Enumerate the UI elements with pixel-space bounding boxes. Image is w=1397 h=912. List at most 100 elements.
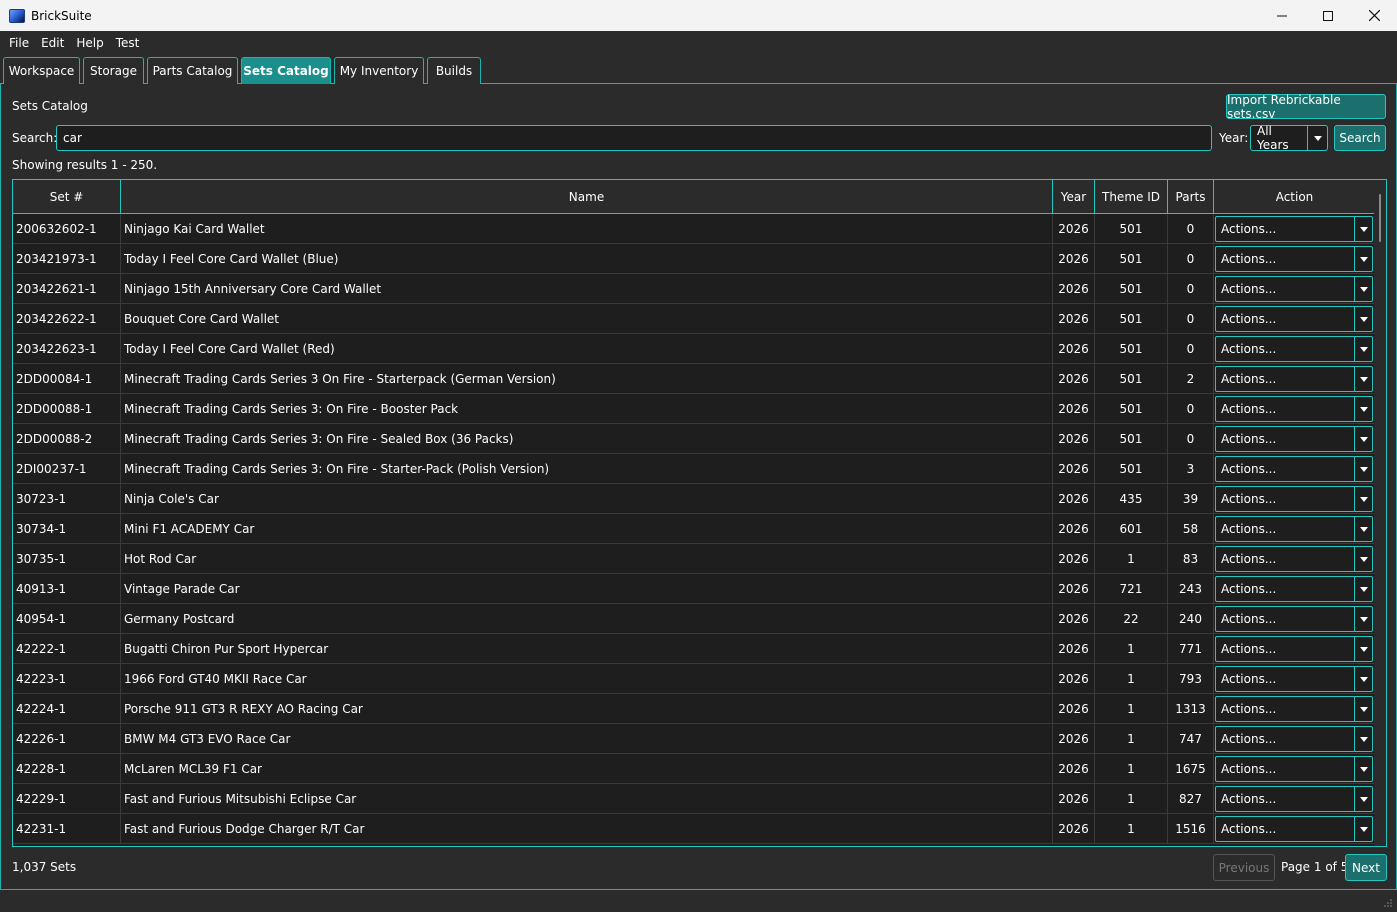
actions-dropdown-label: Actions...	[1221, 612, 1277, 626]
maximize-icon	[1323, 10, 1333, 21]
tab-my-inventory[interactable]: My Inventory	[334, 57, 424, 84]
minimize-button[interactable]	[1259, 0, 1305, 31]
cell-parts: 58	[1168, 514, 1214, 544]
table-row[interactable]: 42223-1 1966 Ford GT40 MKII Race Car 2026 1…	[13, 664, 1375, 694]
cell-set-number: 2DD00084-1	[13, 364, 121, 394]
year-select[interactable]: All Years	[1250, 124, 1328, 152]
cell-parts: 0	[1168, 244, 1214, 274]
table-row[interactable]: 30734-1 Mini F1 ACADEMY Car 2026 601 58 Actio…	[13, 514, 1375, 544]
table-row[interactable]: 42231-1 Fast and Furious Dodge Charger R/…	[13, 814, 1375, 844]
menu-help[interactable]: Help	[70, 31, 109, 55]
table-row[interactable]: 40913-1 Vintage Parade Car 2026 721 243 Actio…	[13, 574, 1375, 604]
chevron-down-icon	[1354, 787, 1372, 811]
table-row[interactable]: 203422622-1 Bouquet Core Card Wallet 2026 5…	[13, 304, 1375, 334]
cell-name: Minecraft Trading Cards Series 3: On Fir…	[121, 454, 1053, 484]
table-row[interactable]: 42224-1 Porsche 911 GT3 R REXY AO Racing …	[13, 694, 1375, 724]
actions-dropdown-label: Actions...	[1221, 672, 1277, 686]
search-input[interactable]	[56, 125, 1212, 151]
actions-dropdown[interactable]: Actions...	[1215, 606, 1373, 632]
column-header-set[interactable]: Set #	[13, 180, 121, 214]
actions-dropdown[interactable]: Actions...	[1215, 516, 1373, 542]
cell-year: 2026	[1053, 784, 1095, 814]
column-header-name[interactable]: Name	[121, 180, 1053, 214]
actions-dropdown[interactable]: Actions...	[1215, 756, 1373, 782]
table-row[interactable]: 2DD00088-2 Minecraft Trading Cards Series…	[13, 424, 1375, 454]
actions-dropdown[interactable]: Actions...	[1215, 276, 1373, 302]
table-row[interactable]: 42222-1 Bugatti Chiron Pur Sport Hypercar…	[13, 634, 1375, 664]
resize-grip-icon[interactable]	[1383, 898, 1393, 908]
previous-page-button[interactable]: Previous	[1213, 854, 1275, 881]
table-row[interactable]: 203421973-1 Today I Feel Core Card Wallet…	[13, 244, 1375, 274]
table-row[interactable]: 203422621-1 Ninjago 15th Anniversary Core…	[13, 274, 1375, 304]
table-row[interactable]: 42228-1 McLaren MCL39 F1 Car 2026 1 1675 Acti…	[13, 754, 1375, 784]
actions-dropdown[interactable]: Actions...	[1215, 696, 1373, 722]
table-row[interactable]: 203422623-1 Today I Feel Core Card Wallet…	[13, 334, 1375, 364]
actions-dropdown[interactable]: Actions...	[1215, 546, 1373, 572]
cell-year: 2026	[1053, 814, 1095, 844]
actions-dropdown[interactable]: Actions...	[1215, 666, 1373, 692]
actions-dropdown[interactable]: Actions...	[1215, 786, 1373, 812]
actions-dropdown[interactable]: Actions...	[1215, 396, 1373, 422]
cell-year: 2026	[1053, 664, 1095, 694]
cell-action: Actions...	[1214, 244, 1375, 274]
cell-name: Porsche 911 GT3 R REXY AO Racing Car	[121, 694, 1053, 724]
table-row[interactable]: 200632602-1 Ninjago Kai Card Wallet 2026 50…	[13, 214, 1375, 244]
table-row[interactable]: 30723-1 Ninja Cole's Car 2026 435 39 Actions.…	[13, 484, 1375, 514]
actions-dropdown[interactable]: Actions...	[1215, 216, 1373, 242]
menu-test[interactable]: Test	[110, 31, 146, 55]
actions-dropdown[interactable]: Actions...	[1215, 576, 1373, 602]
cell-theme-id: 501	[1095, 334, 1168, 364]
actions-dropdown-label: Actions...	[1221, 432, 1277, 446]
table-row[interactable]: 2DD00088-1 Minecraft Trading Cards Series…	[13, 394, 1375, 424]
actions-dropdown[interactable]: Actions...	[1215, 246, 1373, 272]
table-row[interactable]: 30735-1 Hot Rod Car 2026 1 83 Actions...	[13, 544, 1375, 574]
actions-dropdown-label: Actions...	[1221, 732, 1277, 746]
cell-action: Actions...	[1214, 574, 1375, 604]
table-row[interactable]: 2DD00084-1 Minecraft Trading Cards Series…	[13, 364, 1375, 394]
cell-action: Actions...	[1214, 304, 1375, 334]
cell-parts: 771	[1168, 634, 1214, 664]
cell-year: 2026	[1053, 424, 1095, 454]
actions-dropdown[interactable]: Actions...	[1215, 426, 1373, 452]
tab-workspace[interactable]: Workspace	[3, 57, 80, 84]
actions-dropdown[interactable]: Actions...	[1215, 486, 1373, 512]
actions-dropdown[interactable]: Actions...	[1215, 456, 1373, 482]
column-header-theme-id[interactable]: Theme ID	[1095, 180, 1168, 214]
column-header-action[interactable]: Action	[1214, 180, 1375, 214]
table-row[interactable]: 2DI00237-1 Minecraft Trading Cards Series…	[13, 454, 1375, 484]
menu-file[interactable]: File	[3, 31, 35, 55]
tab-sets-catalog[interactable]: Sets Catalog	[241, 57, 331, 84]
actions-dropdown[interactable]: Actions...	[1215, 306, 1373, 332]
cell-year: 2026	[1053, 604, 1095, 634]
actions-dropdown[interactable]: Actions...	[1215, 336, 1373, 362]
table-row[interactable]: 42229-1 Fast and Furious Mitsubishi Eclip…	[13, 784, 1375, 814]
cell-parts: 2	[1168, 364, 1214, 394]
table-row[interactable]: 40954-1 Germany Postcard 2026 22 240 Actions.…	[13, 604, 1375, 634]
import-sets-button[interactable]: Import Rebrickable sets.csv	[1226, 93, 1386, 121]
cell-name: 1966 Ford GT40 MKII Race Car	[121, 664, 1053, 694]
cell-parts: 747	[1168, 724, 1214, 754]
table-scrollbar[interactable]	[1374, 180, 1386, 846]
cell-year: 2026	[1053, 454, 1095, 484]
cell-action: Actions...	[1214, 634, 1375, 664]
cell-theme-id: 1	[1095, 724, 1168, 754]
search-button[interactable]: Search	[1334, 125, 1386, 151]
menu-bar: File Edit Help Test	[0, 31, 1397, 55]
cell-set-number: 30723-1	[13, 484, 121, 514]
column-header-year[interactable]: Year	[1053, 180, 1095, 214]
table-row[interactable]: 42226-1 BMW M4 GT3 EVO Race Car 2026 1 747 Ac…	[13, 724, 1375, 754]
actions-dropdown[interactable]: Actions...	[1215, 636, 1373, 662]
tab-parts-catalog[interactable]: Parts Catalog	[147, 57, 238, 84]
actions-dropdown[interactable]: Actions...	[1215, 726, 1373, 752]
next-page-button[interactable]: Next	[1345, 854, 1387, 881]
actions-dropdown[interactable]: Actions...	[1215, 816, 1373, 842]
menu-edit[interactable]: Edit	[35, 31, 70, 55]
scrollbar-thumb[interactable]	[1379, 194, 1381, 242]
tab-builds[interactable]: Builds	[427, 57, 481, 84]
column-header-parts[interactable]: Parts	[1168, 180, 1214, 214]
cell-set-number: 203422622-1	[13, 304, 121, 334]
close-button[interactable]	[1351, 0, 1397, 31]
tab-storage[interactable]: Storage	[83, 57, 144, 84]
maximize-button[interactable]	[1305, 0, 1351, 31]
actions-dropdown[interactable]: Actions...	[1215, 366, 1373, 392]
